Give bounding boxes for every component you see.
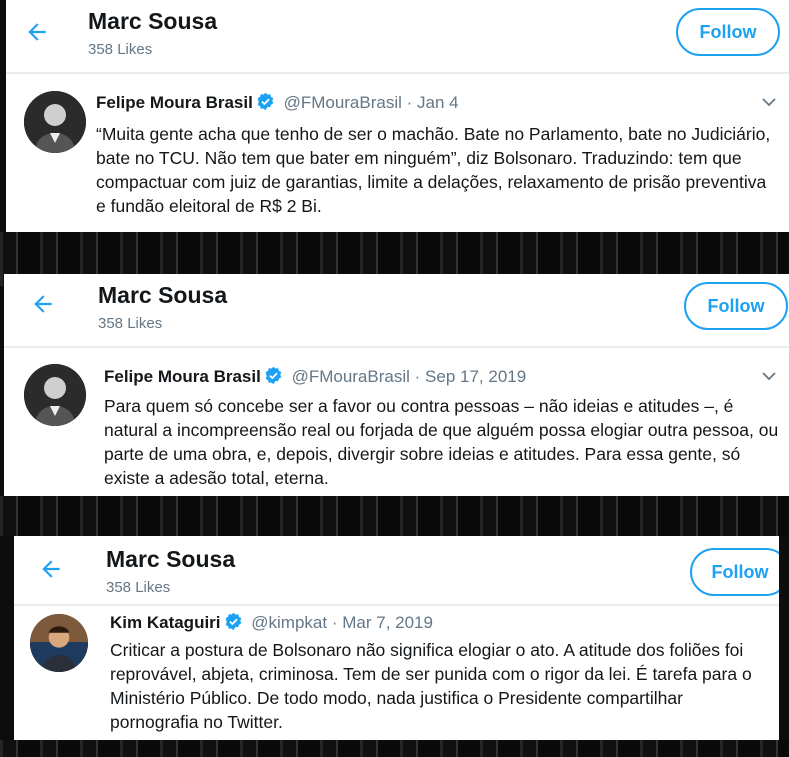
tweet-date[interactable]: Mar 7, 2019 bbox=[342, 613, 433, 632]
profile-header: Marc Sousa 358 Likes Follow bbox=[6, 0, 789, 72]
follow-button[interactable]: Follow bbox=[690, 548, 779, 596]
profile-name: Marc Sousa bbox=[98, 282, 228, 308]
verified-badge-icon bbox=[225, 612, 241, 631]
tweet-header: Felipe Moura Brasil @FMouraBrasil · Jan … bbox=[96, 92, 459, 113]
verified-badge-icon bbox=[265, 366, 282, 385]
tweet-screenshot-3: Marc Sousa 358 Likes Follow Kim Kataguir… bbox=[14, 536, 779, 740]
profile-name: Marc Sousa bbox=[88, 8, 218, 34]
divider bbox=[14, 604, 779, 606]
author-handle[interactable]: @FMouraBrasil bbox=[284, 93, 402, 112]
avatar[interactable] bbox=[24, 91, 86, 153]
follow-button[interactable]: Follow bbox=[676, 8, 780, 56]
tweet-header: Felipe Moura Brasil @FMouraBrasil · Sep … bbox=[104, 366, 526, 387]
profile-header: Marc Sousa 358 Likes Follow bbox=[4, 274, 789, 346]
arrow-left-icon[interactable] bbox=[22, 19, 52, 49]
likes-count: 358 Likes bbox=[98, 315, 163, 332]
author-name[interactable]: Felipe Moura Brasil bbox=[96, 93, 253, 112]
avatar[interactable] bbox=[24, 364, 86, 426]
chevron-down-icon[interactable] bbox=[761, 94, 777, 110]
avatar[interactable] bbox=[30, 614, 88, 672]
separator: · bbox=[414, 367, 421, 386]
tweet-text: Para quem só concebe ser a favor ou cont… bbox=[104, 396, 779, 488]
arrow-left-icon[interactable] bbox=[28, 291, 58, 321]
author-handle[interactable]: @kimpkat bbox=[251, 613, 327, 632]
profile-name: Marc Sousa bbox=[106, 546, 236, 572]
tweet-screenshot-1: Marc Sousa 358 Likes Follow Felipe Moura… bbox=[6, 0, 789, 232]
divider bbox=[6, 72, 789, 74]
verified-badge-icon bbox=[257, 92, 274, 111]
tweet-text: Criticar a postura de Bolsonaro não sign… bbox=[110, 640, 752, 732]
tweet-date[interactable]: Sep 17, 2019 bbox=[425, 367, 526, 386]
author-name[interactable]: Kim Kataguiri bbox=[110, 613, 221, 632]
author-handle[interactable]: @FMouraBrasil bbox=[292, 367, 410, 386]
tweet-date[interactable]: Jan 4 bbox=[417, 93, 459, 112]
separator: · bbox=[406, 93, 413, 112]
profile-header: Marc Sousa 358 Likes Follow bbox=[14, 536, 779, 604]
separator: · bbox=[331, 613, 338, 632]
background-bookshelf bbox=[0, 496, 789, 536]
arrow-left-icon[interactable] bbox=[36, 556, 66, 586]
divider bbox=[4, 346, 789, 348]
follow-button[interactable]: Follow bbox=[684, 282, 788, 330]
tweet-header: Kim Kataguiri @kimpkat · Mar 7, 2019 bbox=[110, 612, 433, 633]
tweet-text: “Muita gente acha que tenho de ser o mac… bbox=[96, 124, 771, 216]
background-bookshelf bbox=[0, 740, 789, 757]
tweet-screenshot-2: Marc Sousa 358 Likes Follow Felipe Moura… bbox=[4, 274, 789, 496]
chevron-down-icon[interactable] bbox=[761, 368, 777, 384]
likes-count: 358 Likes bbox=[106, 579, 171, 596]
author-name[interactable]: Felipe Moura Brasil bbox=[104, 367, 261, 386]
likes-count: 358 Likes bbox=[88, 41, 153, 58]
